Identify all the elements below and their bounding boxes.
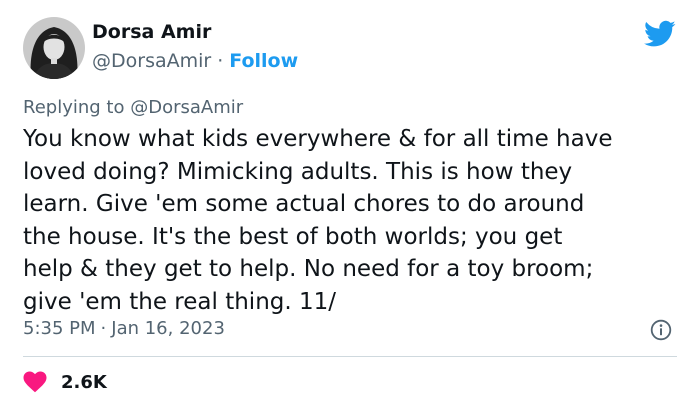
timestamp-separator: · [100,318,107,339]
reply-context: Replying to @DorsaAmir [23,97,243,118]
tweet-text-line: loved doing? Mimicking adults. This is h… [23,158,573,185]
reply-handle[interactable]: @DorsaAmir [130,97,243,118]
divider [23,356,677,357]
follow-button[interactable]: Follow [229,50,298,72]
tweet-text-line: the house. It's the best of both worlds;… [23,223,563,250]
tweet-timestamp[interactable]: 5:35 PM · Jan 16, 2023 [23,318,225,339]
author-name[interactable]: Dorsa Amir [92,21,211,43]
handle-separator: · [217,50,224,72]
tweet-text-line: give 'em the real thing. 11/ [23,288,337,315]
tweet-text-line: help & they get to help. No need for a t… [23,256,594,283]
like-button[interactable]: 2.6K [23,368,107,396]
tweet-time: 5:35 PM [23,318,96,339]
tweet-card: Dorsa Amir @DorsaAmir · Follow Replying to… [0,0,700,410]
avatar-image [23,17,85,79]
author-handle[interactable]: @DorsaAmir [92,50,211,72]
twitter-bird-icon[interactable] [644,20,676,48]
tweet-text-line: learn. Give 'em some actual chores to do… [23,191,585,218]
tweet-text-line: You know what kids everywhere & for all … [23,126,613,152]
info-icon[interactable] [650,319,672,341]
heart-icon [23,371,47,393]
author-line: @DorsaAmir · Follow [92,50,298,72]
tweet-date: Jan 16, 2023 [111,318,225,339]
like-count: 2.6K [61,371,107,393]
avatar[interactable] [23,17,85,79]
reply-prefix: Replying to [23,97,125,118]
tweet-text: You know what kids everywhere & for all … [23,123,683,319]
